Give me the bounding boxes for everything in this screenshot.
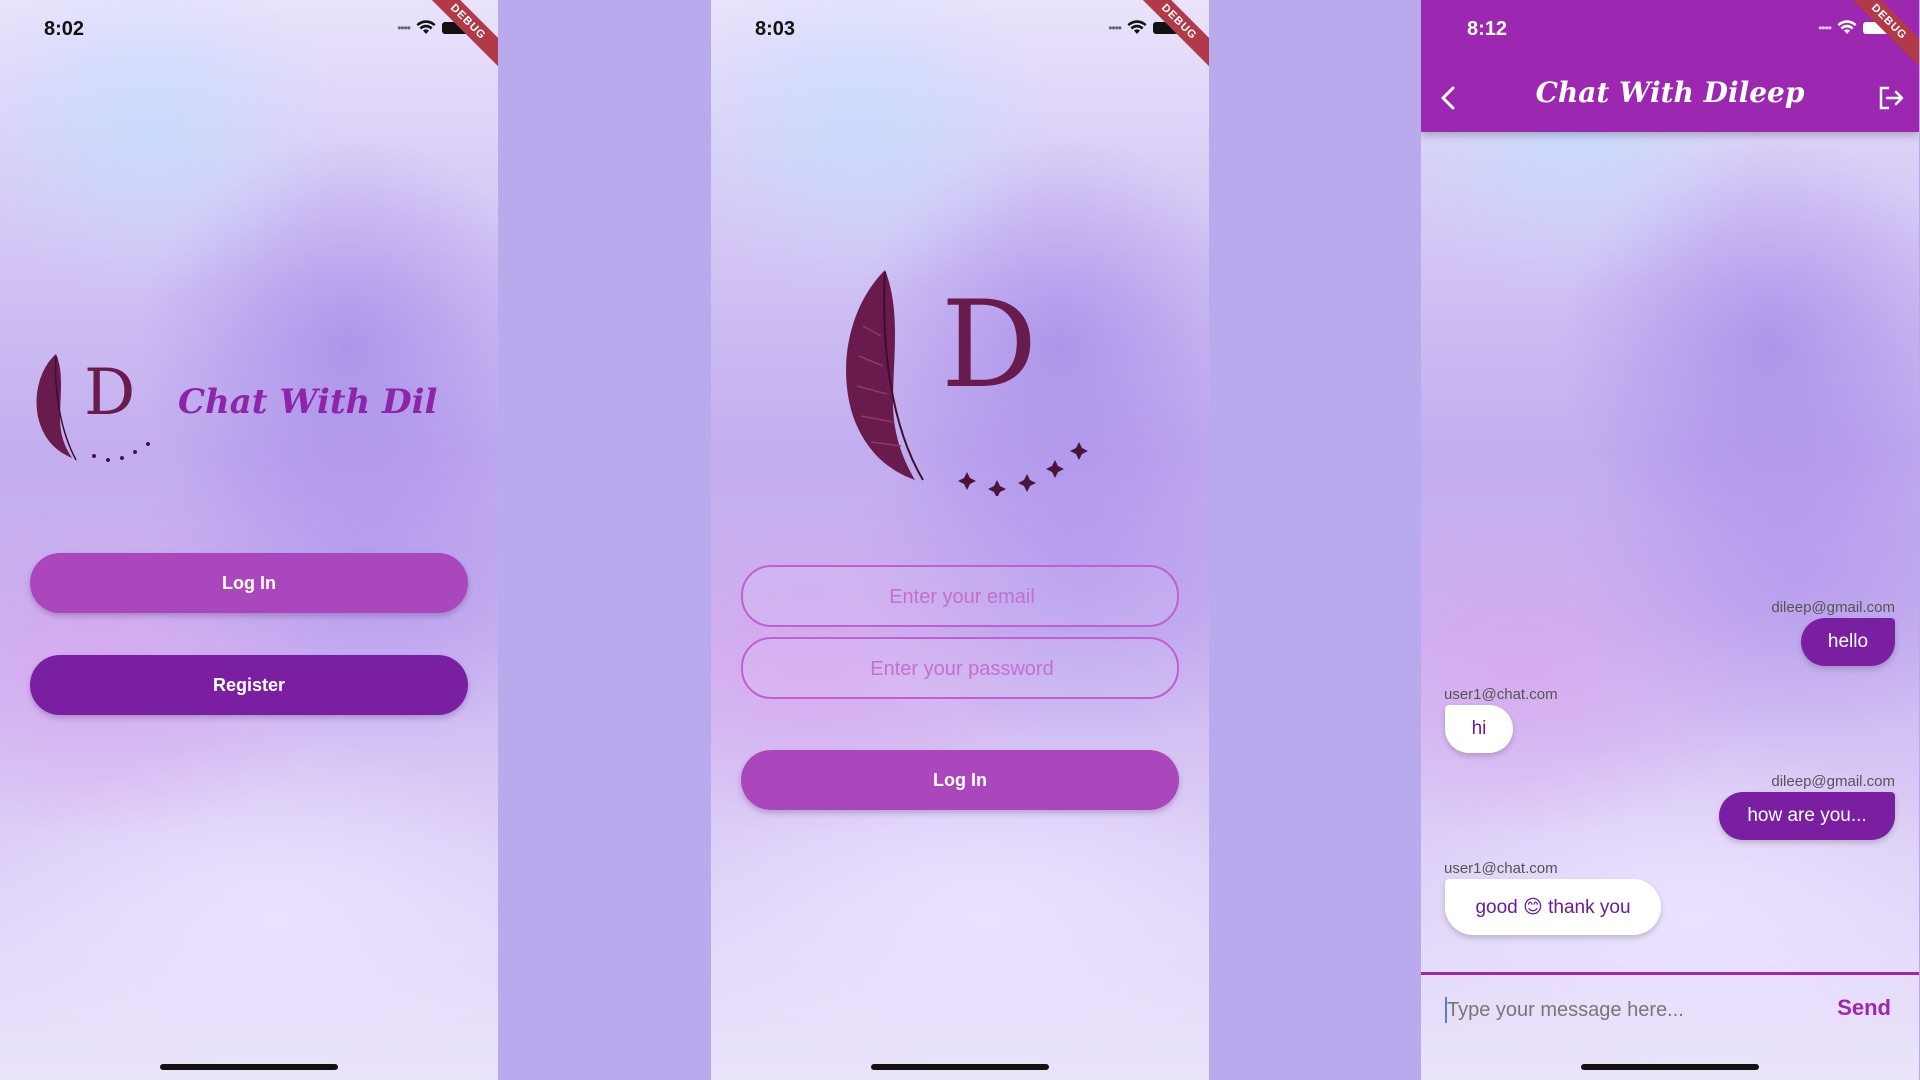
logo-letter: D	[941, 276, 1038, 415]
status-time: 8:02	[44, 18, 85, 40]
status-time: 8:12	[1467, 18, 1508, 40]
home-indicator	[160, 1064, 338, 1070]
home-indicator	[871, 1064, 1049, 1070]
message-sender: dileep@gmail.com	[1771, 773, 1895, 790]
app-logo: D	[833, 266, 1093, 498]
signal-icon: ••••	[1818, 21, 1832, 35]
logo-letter: D	[84, 356, 136, 430]
wifi-icon	[1837, 20, 1857, 34]
password-field[interactable]	[741, 637, 1181, 699]
send-button[interactable]: Send	[1837, 995, 1891, 1021]
message-bubble-mine: how are you...	[1719, 792, 1895, 840]
logout-button[interactable]	[1871, 78, 1911, 118]
message-sender: dileep@gmail.com	[1771, 599, 1895, 616]
message-sender: user1@chat.com	[1444, 686, 1558, 703]
app-bar: 8:12 •••• DEBUG Chat With Dileep	[1421, 0, 1919, 132]
chat-screen: 8:12 •••• DEBUG Chat With Dileep dileep@…	[1421, 0, 1919, 1080]
message-input[interactable]	[1445, 991, 1809, 1029]
email-input[interactable]	[743, 567, 1181, 627]
signal-icon: ••••	[397, 21, 411, 35]
wifi-icon	[416, 20, 436, 34]
message-sender: user1@chat.com	[1444, 860, 1558, 877]
email-field[interactable]	[741, 565, 1181, 627]
password-input[interactable]	[743, 639, 1181, 699]
logout-icon	[1879, 86, 1904, 110]
message-bubble-theirs: good 😊 thank you	[1445, 879, 1661, 935]
welcome-screen: 8:02 •••• DEBUG D Chat With Dil Log In R…	[0, 0, 498, 1080]
login-screen: 8:03 •••• DEBUG D Log In	[711, 0, 1209, 1080]
status-time: 8:03	[755, 18, 796, 40]
wifi-icon	[1127, 20, 1147, 34]
home-indicator	[1581, 1064, 1759, 1070]
login-button[interactable]: Log In	[741, 750, 1179, 810]
chat-title: Chat With Dileep	[1535, 76, 1805, 109]
login-button[interactable]: Log In	[30, 553, 468, 613]
message-bubble-theirs: hi	[1445, 705, 1513, 753]
message-bubble-mine: hello	[1801, 618, 1895, 666]
signal-icon: ••••	[1108, 21, 1122, 35]
register-button[interactable]: Register	[30, 655, 468, 715]
app-logo: D	[28, 350, 158, 470]
app-name: Chat With Dil	[178, 382, 438, 422]
